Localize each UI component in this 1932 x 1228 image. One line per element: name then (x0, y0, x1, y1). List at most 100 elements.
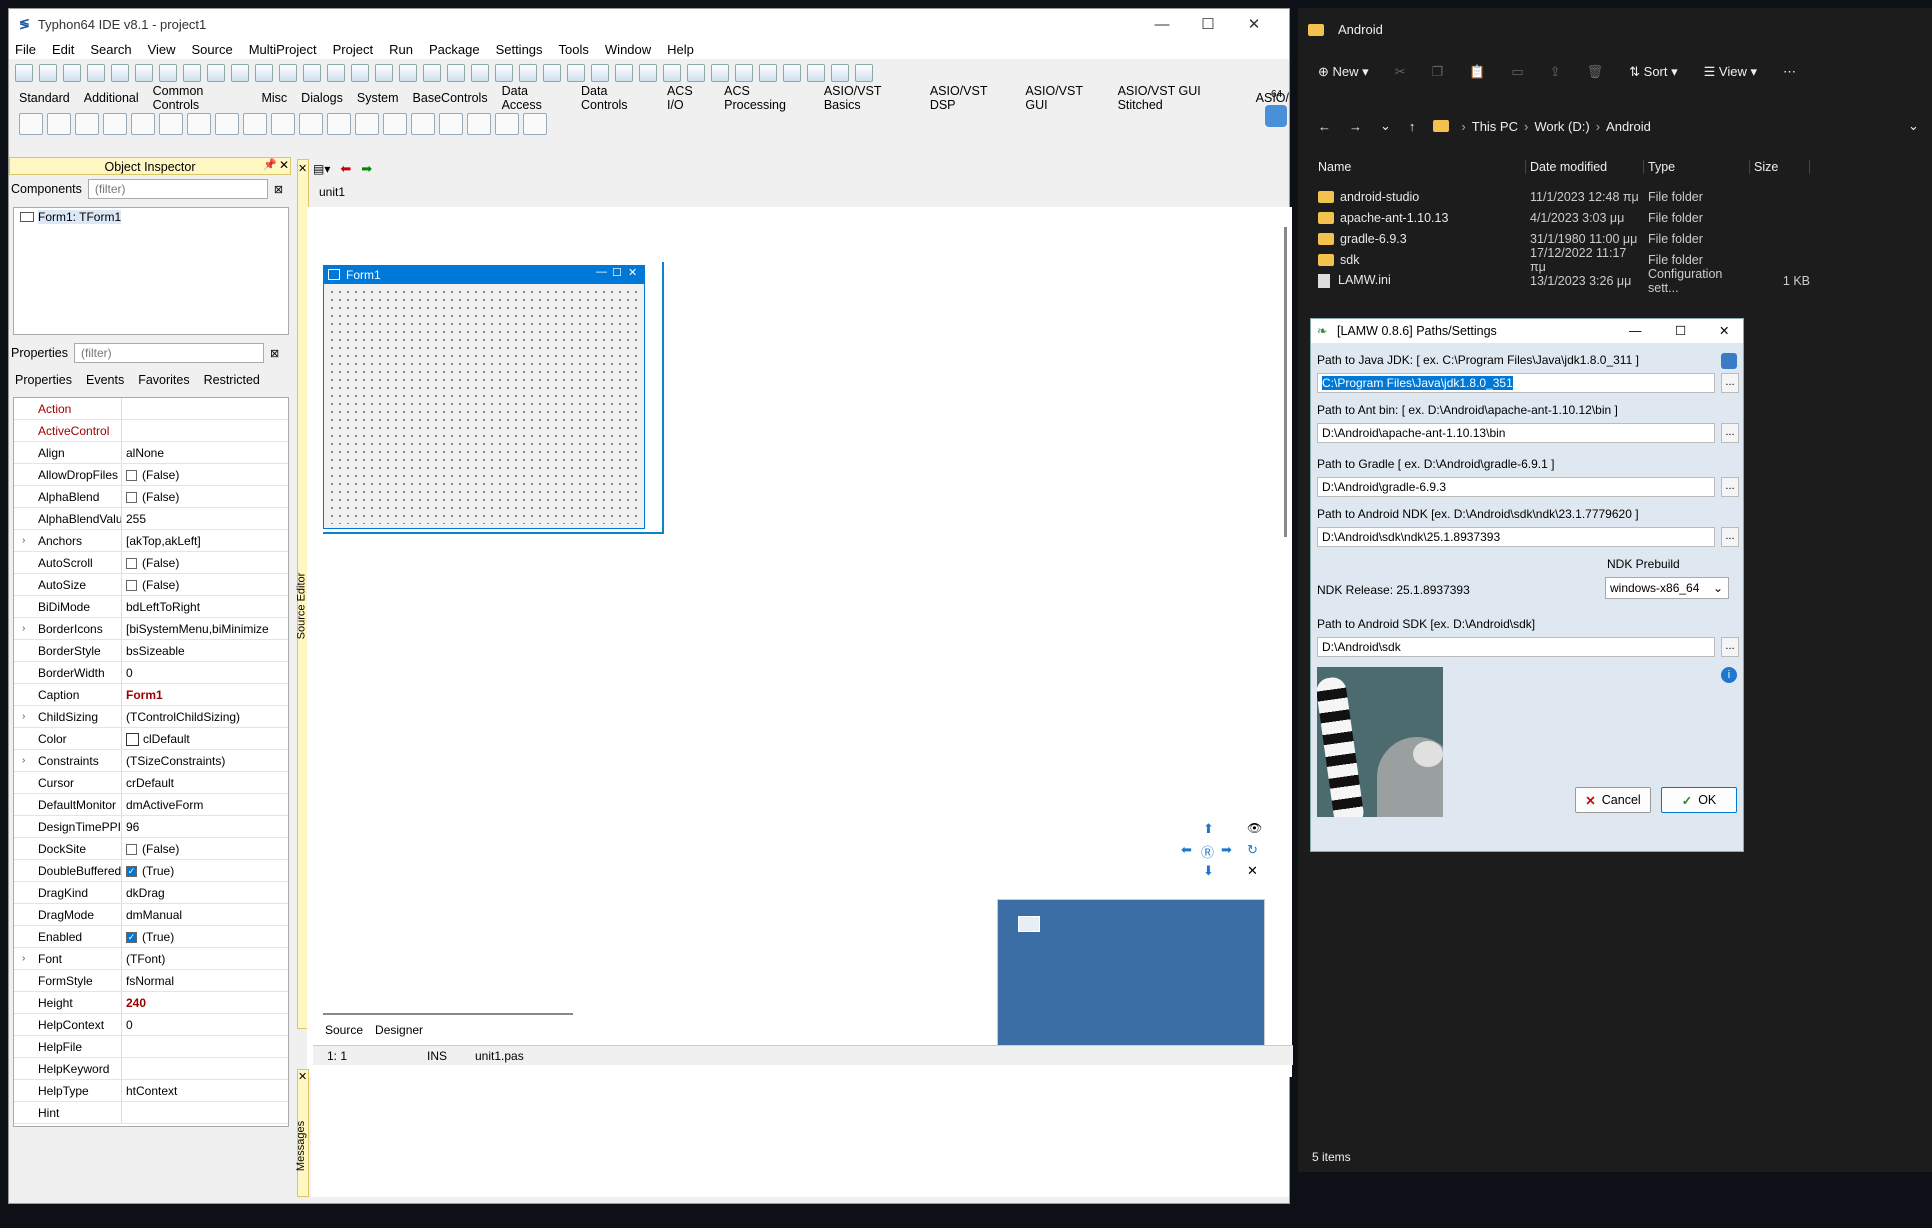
palette-component-icon[interactable] (467, 113, 491, 135)
checkbox-icon[interactable] (126, 558, 137, 570)
expand-icon[interactable]: › (22, 750, 25, 771)
new-button[interactable]: ⊕ New ▾ (1318, 64, 1369, 80)
property-value[interactable]: (TFont) (122, 948, 288, 969)
tab-designer[interactable]: Designer (375, 1023, 423, 1037)
up-icon[interactable]: ↑ (1409, 119, 1416, 134)
property-row[interactable]: AllowDropFiles (False) (14, 464, 288, 486)
share-icon[interactable]: ⇪ (1550, 64, 1561, 80)
dialog-maximize-icon[interactable]: ☐ (1675, 319, 1686, 343)
checkbox-checked-icon[interactable]: ✓ (126, 866, 137, 878)
palette-component-icon[interactable] (355, 113, 379, 135)
menu-run[interactable]: Run (389, 42, 413, 57)
palette-component-icon[interactable] (411, 113, 435, 135)
toolbar-button-icon[interactable] (447, 64, 465, 82)
rename-icon[interactable]: ▭ (1511, 64, 1523, 80)
toolbar-button-icon[interactable] (279, 64, 297, 82)
property-row[interactable]: AlphaBlendValu 255 (14, 508, 288, 530)
property-row[interactable]: HelpContext 0 (14, 1014, 288, 1036)
property-row[interactable]: Height 240 (14, 992, 288, 1014)
breadcrumb-item[interactable]: This PC (1472, 119, 1518, 134)
address-dropdown-icon[interactable]: ⌄ (1908, 118, 1919, 134)
menu-settings[interactable]: Settings (496, 42, 543, 57)
property-value[interactable]: dmActiveForm (122, 794, 288, 815)
menu-view[interactable]: View (148, 42, 176, 57)
cut-icon[interactable]: ✂ (1395, 64, 1406, 80)
menu-package[interactable]: Package (429, 42, 480, 57)
forward-arrow-icon[interactable]: ➡ (361, 161, 372, 177)
copy-icon[interactable]: ❐ (1432, 64, 1444, 80)
palette-component-icon[interactable] (383, 113, 407, 135)
palette-tab[interactable]: System (357, 91, 399, 105)
property-value[interactable]: [akTop,akLeft] (122, 530, 288, 551)
nav-left-icon[interactable]: ⬅ (1181, 842, 1192, 858)
sdk-input[interactable]: D:\Android\sdk (1317, 637, 1715, 657)
toolbar-button-icon[interactable] (831, 64, 849, 82)
property-value[interactable] (122, 398, 288, 419)
palette-tab[interactable]: Common Controls (153, 84, 248, 112)
delete-icon[interactable]: 🗑 (1587, 64, 1604, 80)
toolbar-button-icon[interactable] (423, 64, 441, 82)
toolbar-button-icon[interactable] (327, 64, 345, 82)
nav-down-icon[interactable]: ⬇ (1203, 863, 1214, 879)
toolbar-button-icon[interactable] (375, 64, 393, 82)
expand-icon[interactable]: › (22, 948, 25, 969)
jdk-browse-button[interactable]: ... (1721, 373, 1739, 393)
menu-search[interactable]: Search (90, 42, 131, 57)
column-header-name[interactable]: Name (1314, 160, 1526, 174)
property-row[interactable]: DoubleBuffered ✓ (True) (14, 860, 288, 882)
palette-component-icon[interactable] (215, 113, 239, 135)
dialog-close-icon[interactable]: ✕ (1719, 319, 1729, 343)
breadcrumb-item[interactable]: Android (1606, 119, 1651, 134)
minimize-icon[interactable]: — (1139, 9, 1185, 39)
property-value[interactable] (122, 1058, 288, 1079)
palette-tab[interactable]: Dialogs (301, 91, 343, 105)
menu-multiproject[interactable]: MultiProject (249, 42, 317, 57)
property-value[interactable]: dmManual (122, 904, 288, 925)
property-value[interactable]: alNone (122, 442, 288, 463)
messages-close-icon[interactable]: ✕ (298, 1070, 307, 1083)
palette-component-icon[interactable] (327, 113, 351, 135)
tab-source[interactable]: Source (325, 1023, 363, 1037)
view-button[interactable]: ☰ View ▾ (1704, 64, 1757, 80)
property-value[interactable]: Form1 (122, 684, 288, 705)
pin-icon[interactable]: 📌 (263, 158, 277, 171)
palette-tab[interactable]: ASIO/VST Basics (824, 84, 916, 112)
property-row[interactable]: › Font (TFont) (14, 948, 288, 970)
property-row[interactable]: DragMode dmManual (14, 904, 288, 926)
toolbar-button-icon[interactable] (783, 64, 801, 82)
property-value[interactable]: clDefault (122, 728, 288, 749)
toolbar-button-icon[interactable] (207, 64, 225, 82)
property-row[interactable]: BiDiMode bdLeftToRight (14, 596, 288, 618)
palette-component-icon[interactable] (103, 113, 127, 135)
menu-file[interactable]: File (15, 42, 36, 57)
selection-handle-bottom[interactable] (323, 532, 663, 534)
file-row[interactable]: apache-ant-1.10.13 4/1/2023 3:03 μμ File f… (1314, 207, 1924, 228)
property-row[interactable]: Align alNone (14, 442, 288, 464)
palette-component-icon[interactable] (47, 113, 71, 135)
palette-tab[interactable]: Additional (84, 91, 139, 105)
property-value[interactable]: [biSystemMenu,biMinimize (122, 618, 288, 639)
gradle-browse-button[interactable]: ... (1721, 477, 1739, 497)
property-row[interactable]: DockSite (False) (14, 838, 288, 860)
refresh-icon[interactable]: ↻ (1247, 842, 1258, 858)
property-value[interactable]: 240 (122, 992, 288, 1013)
file-row[interactable]: LAMW.ini 13/1/2023 3:26 μμ Configuration s… (1314, 267, 1924, 295)
ndk-input[interactable]: D:\Android\sdk\ndk\25.1.8937393 (1317, 527, 1715, 547)
paste-icon[interactable]: 📋 (1469, 64, 1485, 80)
selection-handle-right[interactable] (662, 262, 664, 534)
breadcrumb[interactable]: › This PC › Work (D:) › Android (1433, 119, 1651, 134)
nav-up-icon[interactable]: ⬆ (1203, 821, 1214, 837)
palette-component-icon[interactable] (243, 113, 267, 135)
property-value[interactable]: 0 (122, 1014, 288, 1035)
property-value[interactable]: crDefault (122, 772, 288, 793)
ok-button[interactable]: ✓ OK (1661, 787, 1737, 813)
toolbar-button-icon[interactable] (15, 64, 33, 82)
menu-edit[interactable]: Edit (52, 42, 74, 57)
property-value[interactable]: (False) (122, 574, 288, 595)
property-value[interactable]: ✓ (True) (122, 860, 288, 881)
jump-list-icon[interactable]: ▤▾ (313, 162, 330, 176)
toolbar-button-icon[interactable] (303, 64, 321, 82)
property-row[interactable]: DefaultMonitor dmActiveForm (14, 794, 288, 816)
form-preview[interactable] (997, 899, 1265, 1049)
sort-button[interactable]: ⇅ Sort ▾ (1629, 64, 1678, 80)
